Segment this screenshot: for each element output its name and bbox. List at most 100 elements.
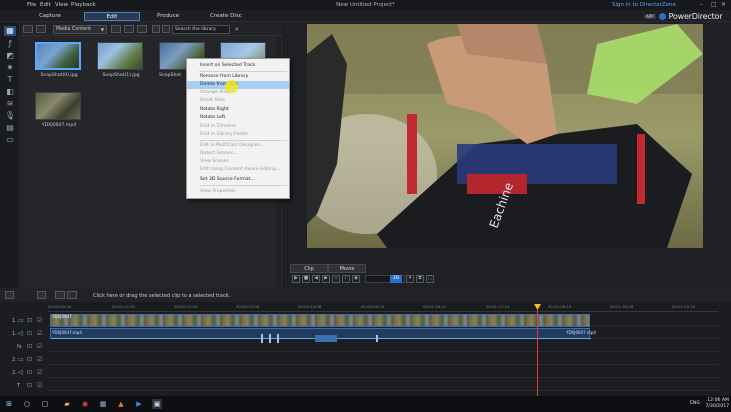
ctx-rotate-left[interactable]: Rotate Left bbox=[187, 114, 289, 122]
ctx-reset-alias[interactable]: Reset Alias bbox=[187, 97, 289, 105]
visibility-icon[interactable]: ☑ bbox=[37, 317, 42, 324]
lock-icon[interactable]: ⊡ bbox=[27, 343, 32, 350]
view-image-filter-icon[interactable] bbox=[124, 25, 134, 33]
track-manager-icon[interactable] bbox=[5, 291, 14, 299]
preview-settings-icon[interactable]: ▾ bbox=[406, 275, 414, 283]
track-row-audio-2[interactable] bbox=[48, 366, 718, 378]
media-thumbnail[interactable] bbox=[97, 42, 143, 70]
visibility-icon[interactable]: ☑ bbox=[37, 382, 42, 389]
storyboard-view-icon[interactable] bbox=[55, 291, 65, 299]
undock-preview-icon[interactable]: ⧉ bbox=[416, 275, 424, 283]
file-explorer-icon[interactable]: ▰ bbox=[62, 399, 72, 409]
prev-frame-icon[interactable]: ◀ bbox=[312, 275, 320, 283]
visibility-icon[interactable]: ☑ bbox=[37, 330, 42, 337]
audio-waveform bbox=[51, 334, 591, 343]
folder-icon[interactable]: ▦ bbox=[98, 399, 108, 409]
snapshot-icon[interactable]: ◉ bbox=[352, 275, 360, 283]
title-room-icon[interactable]: T bbox=[4, 75, 16, 85]
track-row-video-2[interactable] bbox=[48, 353, 718, 365]
lock-icon[interactable]: ⊡ bbox=[27, 330, 32, 337]
media-content-dropdown[interactable]: Media Content ▼ bbox=[53, 24, 107, 34]
timeline-playhead[interactable] bbox=[537, 304, 538, 396]
fit-timeline-icon[interactable] bbox=[67, 291, 77, 299]
preview-tab-clip[interactable]: Clip bbox=[290, 264, 328, 273]
track-row-title[interactable] bbox=[48, 379, 718, 391]
ctx-view-scenes[interactable]: View Scenes bbox=[187, 158, 289, 166]
list-view-icon[interactable] bbox=[162, 25, 170, 33]
3d-mode-toggle[interactable]: 3D bbox=[390, 275, 402, 283]
view-audio-filter-icon[interactable] bbox=[137, 25, 147, 33]
maximize-button[interactable]: □ bbox=[711, 1, 717, 8]
active-app-icon[interactable]: ▣ bbox=[152, 399, 162, 409]
track-header-title: T ⊡ ☑ bbox=[0, 380, 48, 392]
media-thumbnail[interactable] bbox=[35, 42, 81, 70]
next-frame-icon[interactable]: ▶ bbox=[322, 275, 330, 283]
fx-room-icon[interactable]: ƒ bbox=[4, 39, 16, 49]
pip-room-icon[interactable]: ◩ bbox=[4, 51, 16, 61]
transition-room-icon[interactable]: ◧ bbox=[4, 87, 16, 97]
visibility-icon[interactable]: ☑ bbox=[37, 369, 42, 376]
grid-view-icon[interactable] bbox=[152, 25, 160, 33]
lock-icon[interactable]: ⊡ bbox=[27, 317, 32, 324]
fullscreen-icon[interactable]: ⛶ bbox=[426, 275, 434, 283]
lock-icon[interactable]: ⊡ bbox=[27, 356, 32, 363]
volume-icon[interactable]: ♪ bbox=[342, 275, 350, 283]
chapter-room-icon[interactable]: ▤ bbox=[4, 123, 16, 133]
audio-mixing-icon[interactable]: ≋ bbox=[4, 99, 16, 109]
ctx-remove-from-library[interactable]: Remove from Library bbox=[187, 73, 289, 81]
ctx-rotate-right[interactable]: Rotate Right bbox=[187, 106, 289, 114]
timeline-tools-icon[interactable] bbox=[37, 291, 46, 299]
minimize-button[interactable]: – bbox=[700, 1, 703, 8]
media-thumbnail[interactable] bbox=[35, 92, 81, 120]
app-icon[interactable]: ▲ bbox=[116, 399, 126, 409]
ctx-set-3d-source-format[interactable]: Set 3D Source Format... bbox=[187, 176, 289, 184]
close-button[interactable]: ✕ bbox=[721, 1, 726, 8]
visibility-icon[interactable]: ☑ bbox=[37, 343, 42, 350]
view-video-filter-icon[interactable] bbox=[111, 25, 121, 33]
timeline-video-clip[interactable] bbox=[50, 314, 590, 327]
sign-in-link[interactable]: Sign in to DirectorZone bbox=[612, 2, 676, 8]
ctx-delete-from-disk[interactable]: Delete from Disk bbox=[187, 81, 289, 89]
lock-icon[interactable]: ⊡ bbox=[27, 382, 32, 389]
particle-room-icon[interactable]: ✷ bbox=[4, 63, 16, 73]
powerdirector-taskbar-icon[interactable]: ▶ bbox=[134, 399, 144, 409]
tab-produce[interactable]: Produce bbox=[140, 12, 196, 21]
lock-icon[interactable]: ⊡ bbox=[27, 369, 32, 376]
ctx-view-properties[interactable]: View Properties bbox=[187, 188, 289, 196]
search-input[interactable]: Search the library bbox=[172, 24, 230, 34]
tab-edit[interactable]: Edit bbox=[84, 11, 140, 21]
search-icon[interactable]: ⌕ bbox=[232, 24, 242, 34]
play-icon[interactable]: ▶ bbox=[292, 275, 300, 283]
stop-icon[interactable]: ■ bbox=[302, 275, 310, 283]
subtitle-room-icon[interactable]: ▭ bbox=[4, 135, 16, 145]
ctx-find-in-library-folder[interactable]: Find in Library Folder bbox=[187, 131, 289, 139]
import-media-icon[interactable] bbox=[23, 25, 33, 33]
track-header-audio-2: 2. ◁ ⊡ ☑ bbox=[0, 367, 48, 379]
chrome-icon[interactable]: ◉ bbox=[80, 399, 90, 409]
timeline-ruler[interactable]: 00:00:00:00 00:00:11:02 00:00:22:04 00:0… bbox=[48, 302, 718, 312]
preview-tab-movie[interactable]: Movie bbox=[328, 264, 366, 273]
ctx-find-in-timeline[interactable]: Find in Timeline bbox=[187, 123, 289, 131]
timeline-audio-clip[interactable] bbox=[50, 328, 591, 343]
app-badge[interactable]: APP bbox=[644, 13, 656, 19]
language-indicator[interactable]: ENG bbox=[690, 401, 700, 406]
preview-video-frame[interactable]: Eachine bbox=[307, 24, 703, 248]
task-view-icon[interactable]: ▢ bbox=[40, 399, 50, 409]
tab-capture[interactable]: Capture bbox=[22, 12, 78, 21]
ctx-edit-content-aware[interactable]: Edit Using Content Aware Editing... bbox=[187, 166, 289, 174]
ctx-detect-scenes[interactable]: Detect Scenes... bbox=[187, 150, 289, 158]
search-icon[interactable]: ○ bbox=[22, 399, 32, 409]
system-clock[interactable]: 12:06 AM 7/30/2017 bbox=[704, 398, 729, 410]
start-icon[interactable]: ⊞ bbox=[4, 399, 14, 409]
context-menu: Insert on Selected Track Remove from Lib… bbox=[186, 58, 290, 199]
voice-over-icon[interactable]: 🎙 bbox=[4, 111, 16, 121]
fast-forward-icon[interactable]: » bbox=[332, 275, 340, 283]
tab-create-disc[interactable]: Create Disc bbox=[196, 12, 256, 21]
media-room-icon[interactable]: ▦ bbox=[4, 26, 16, 36]
video-track-icon: ▭ bbox=[18, 317, 24, 324]
ctx-change-alias[interactable]: Change Alias bbox=[187, 89, 289, 97]
ctx-insert-on-selected-track[interactable]: Insert on Selected Track bbox=[187, 62, 289, 70]
ctx-edit-in-multicam-designer[interactable]: Edit in MultiCam Designer... bbox=[187, 142, 289, 150]
download-media-icon[interactable] bbox=[36, 25, 46, 33]
visibility-icon[interactable]: ☑ bbox=[37, 356, 42, 363]
